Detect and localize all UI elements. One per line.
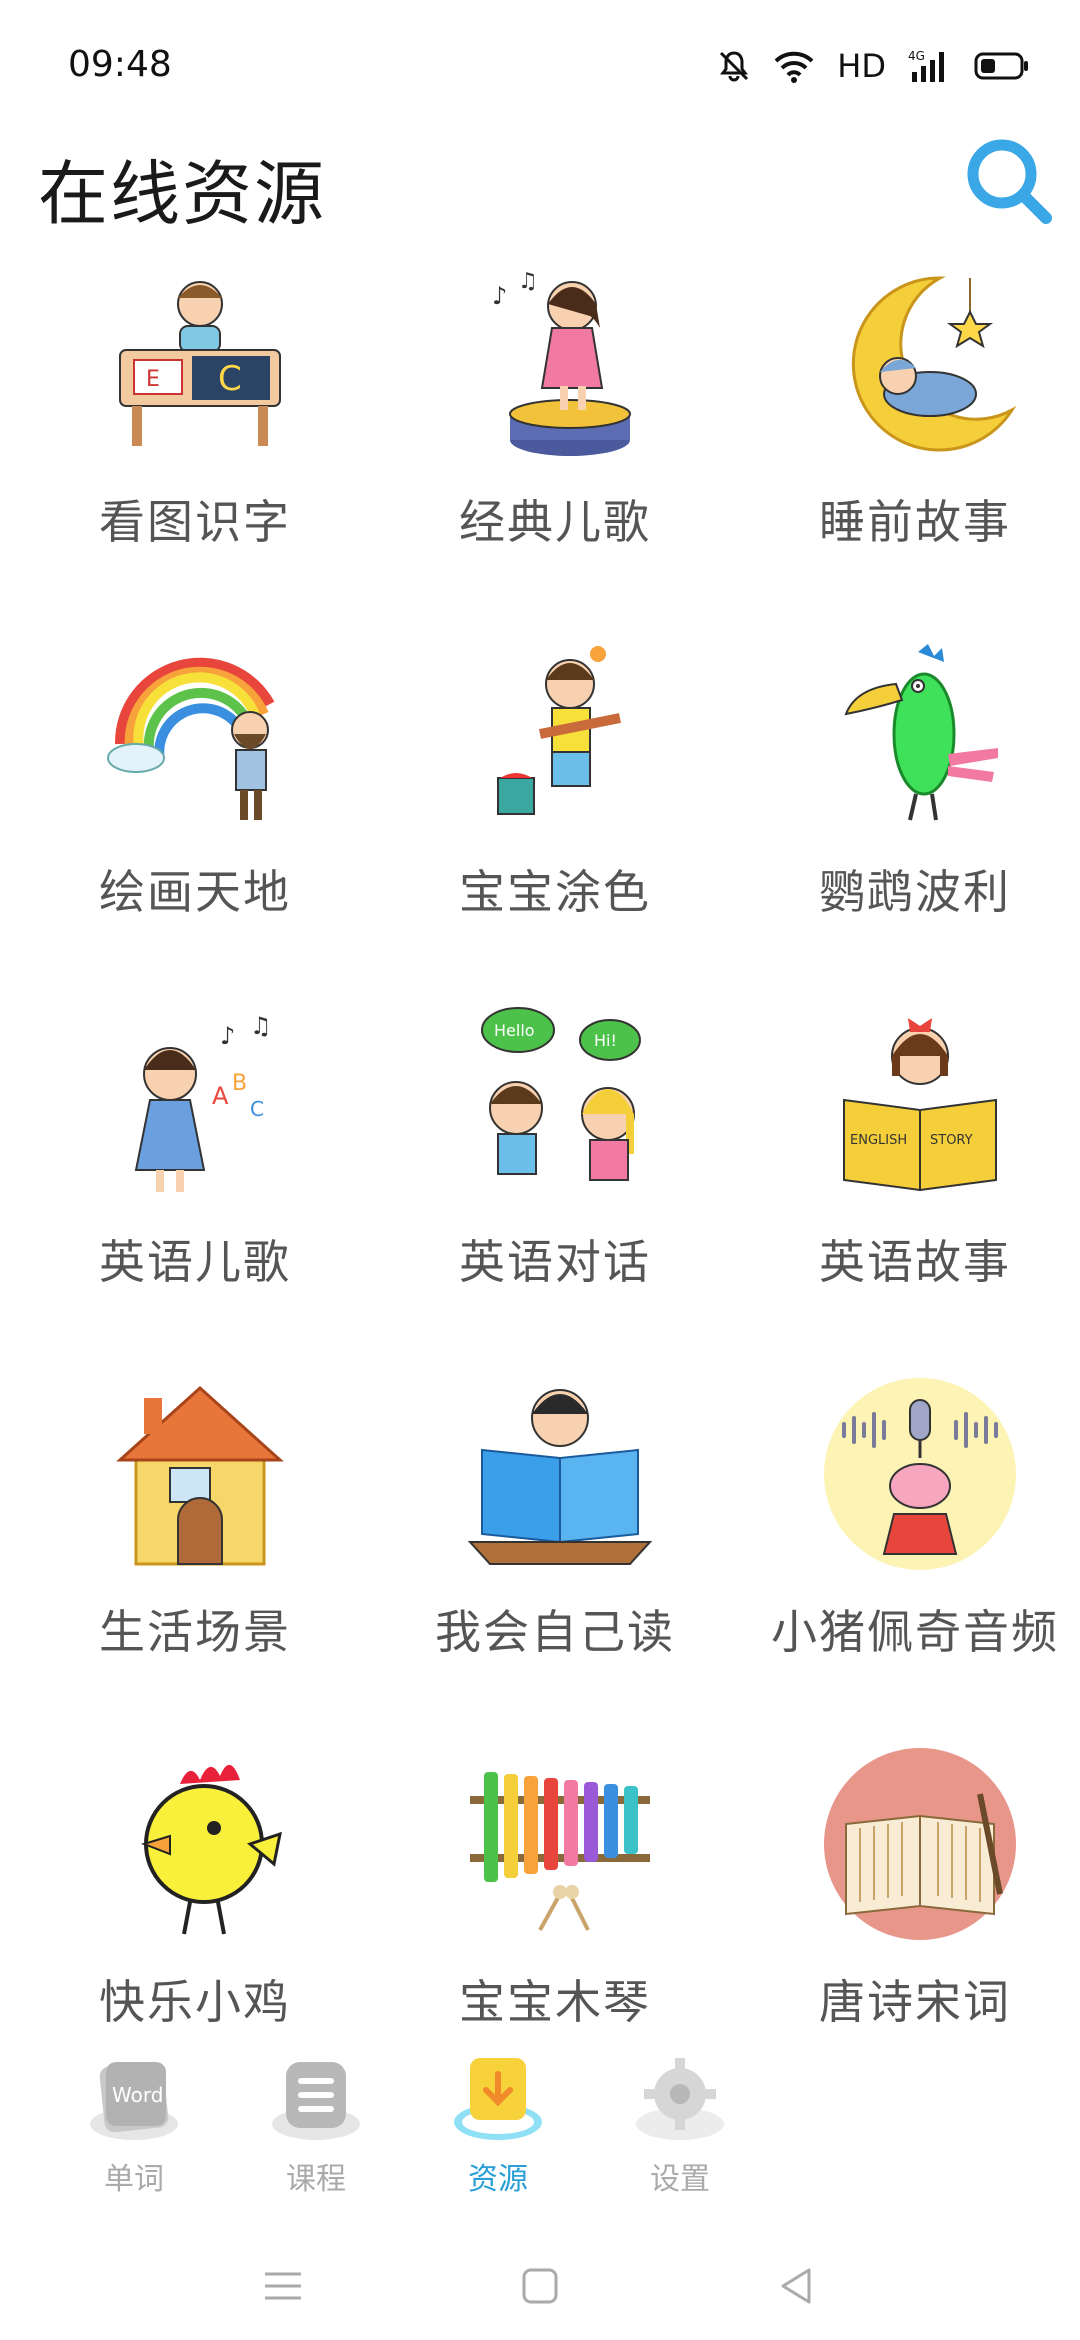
tab-words[interactable]: Word 单词 xyxy=(44,2040,224,2210)
system-nav-bar xyxy=(0,2240,1080,2340)
course-list-icon xyxy=(272,2062,360,2140)
parrot-icon xyxy=(844,644,998,821)
resource-label: 经典儿歌 xyxy=(459,495,651,549)
svg-text:STORY: STORY xyxy=(930,1133,973,1148)
resource-label: 小猪佩奇音频 xyxy=(771,1605,1059,1659)
download-resource-icon xyxy=(454,2058,542,2140)
tab-resources[interactable]: 资源 xyxy=(408,2040,588,2210)
menu-icon[interactable] xyxy=(253,2256,313,2316)
resource-item-yingyuerge[interactable]: A B C ♪ ♫ 英语儿歌 xyxy=(0,990,360,1360)
kids-saying-hello-icon: Hello Hi! xyxy=(481,1007,641,1181)
page-title: 在线资源 xyxy=(38,153,326,235)
svg-text:E: E xyxy=(146,367,160,392)
xylophone-icon xyxy=(470,1772,650,1931)
resource-label: 我会自己读 xyxy=(435,1605,675,1659)
resource-label: 绘画天地 xyxy=(99,865,291,919)
house-icon xyxy=(116,1385,284,1566)
resource-item-wohuiziji-du[interactable]: 我会自己读 xyxy=(360,1360,720,1730)
boy-reading-book-icon xyxy=(467,1389,653,1565)
resource-label: 快乐小鸡 xyxy=(99,1975,291,2029)
resource-label: 唐诗宋词 xyxy=(819,1975,1011,2029)
resource-label: 看图识字 xyxy=(99,495,291,549)
tab-courses[interactable]: 课程 xyxy=(226,2040,406,2210)
resource-label: 英语对话 xyxy=(459,1235,651,1289)
resource-item-yingwubolii[interactable]: 鹦鹉波利 xyxy=(720,620,1080,990)
painter-drawing-rainbow-icon xyxy=(107,657,275,820)
resource-label: 英语故事 xyxy=(819,1235,1011,1289)
tab-label: 课程 xyxy=(286,2162,346,2197)
resource-item-yingyuduihua[interactable]: Hello Hi! 英语对话 xyxy=(360,990,720,1360)
search-button[interactable] xyxy=(958,130,1058,230)
resource-item-yingyugushi[interactable]: ENGLISH STORY 英语故事 xyxy=(720,990,1080,1360)
peppa-pig-microphone-icon xyxy=(824,1378,1016,1570)
girl-singing-abc-icon: A B C ♪ ♫ xyxy=(134,1012,272,1192)
resource-item-baobaotuse[interactable]: 宝宝涂色 xyxy=(360,620,720,990)
search-icon xyxy=(967,139,1052,224)
tab-label: 资源 xyxy=(468,2162,528,2197)
tab-label: 单词 xyxy=(104,2162,164,2197)
resource-item-huihuatiandi[interactable]: 绘画天地 xyxy=(0,620,360,990)
status-time: 09:48 xyxy=(68,44,172,85)
girl-singing-on-stage-icon: ♪ ♫ xyxy=(492,269,631,456)
child-studying-letters-icon: C E xyxy=(119,281,281,446)
resource-item-xiaozhupeiqi[interactable]: 小猪佩奇音频 xyxy=(720,1360,1080,1730)
home-icon[interactable] xyxy=(510,2256,570,2316)
ancient-book-with-brush-icon xyxy=(824,1748,1016,1940)
baby-sleeping-on-moon-icon xyxy=(851,276,1017,452)
bell-muted-icon xyxy=(720,51,749,82)
svg-text:4G: 4G xyxy=(908,49,925,63)
svg-text:Hello: Hello xyxy=(494,1021,535,1040)
resource-label: 生活场景 xyxy=(99,1605,291,1659)
status-bar: 09:48 HD 4G xyxy=(0,0,1080,130)
svg-text:♫: ♫ xyxy=(250,1012,272,1040)
resource-item-jingdianerge[interactable]: ♪ ♫ 经典儿歌 xyxy=(360,250,720,620)
wifi-icon xyxy=(774,51,814,83)
status-icons: HD 4G xyxy=(717,44,1030,88)
svg-text:♫: ♫ xyxy=(518,269,538,294)
signal-icon: 4G xyxy=(908,49,944,82)
word-icon-text: Word xyxy=(112,2083,163,2107)
battery-icon xyxy=(974,52,1028,80)
resource-label: 宝宝涂色 xyxy=(459,865,651,919)
svg-text:ENGLISH: ENGLISH xyxy=(850,1133,907,1148)
back-icon[interactable] xyxy=(767,2256,827,2316)
resource-label: 睡前故事 xyxy=(819,495,1011,549)
hd-label: HD xyxy=(837,47,886,85)
word-card-icon: Word xyxy=(90,2061,178,2140)
tab-settings[interactable]: 设置 xyxy=(590,2040,770,2210)
resource-item-shuiqiangushi[interactable]: 睡前故事 xyxy=(720,250,1080,620)
svg-text:C: C xyxy=(250,1097,264,1121)
svg-text:A: A xyxy=(212,1082,229,1110)
resource-label: 英语儿歌 xyxy=(99,1235,291,1289)
svg-text:♪: ♪ xyxy=(492,282,507,310)
yellow-chick-icon xyxy=(140,1764,282,1935)
settings-gear-icon xyxy=(636,2058,724,2140)
bottom-tab-bar: Word 单词 课程 资源 设置 xyxy=(0,2040,1080,2210)
svg-text:Hi!: Hi! xyxy=(594,1031,617,1050)
girl-with-paintbrush-icon xyxy=(497,646,621,815)
svg-text:C: C xyxy=(218,359,242,399)
tab-label: 设置 xyxy=(650,2162,710,2197)
resource-item-shenghuochangjing[interactable]: 生活场景 xyxy=(0,1360,360,1730)
svg-text:B: B xyxy=(232,1071,247,1096)
resource-item-kantushizi[interactable]: C E 看图识字 xyxy=(0,250,360,620)
svg-text:♪: ♪ xyxy=(220,1022,235,1050)
girl-reading-english-story-icon: ENGLISH STORY xyxy=(843,1018,997,1192)
resource-label: 鹦鹉波利 xyxy=(819,865,1011,919)
resource-label: 宝宝木琴 xyxy=(459,1975,651,2029)
